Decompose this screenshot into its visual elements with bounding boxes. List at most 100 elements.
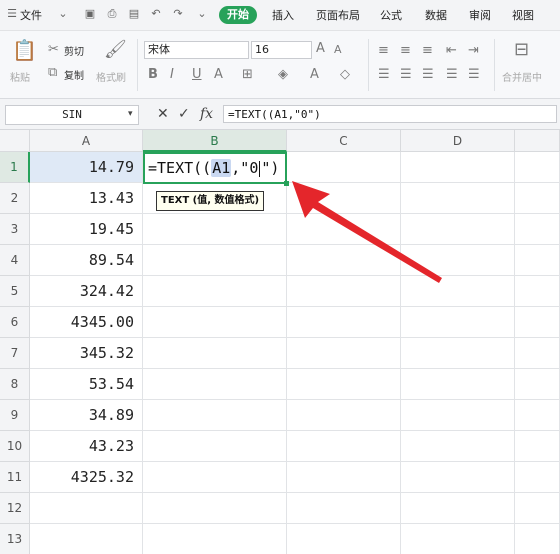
cell-b13[interactable] <box>143 524 287 554</box>
row-header-9[interactable]: 9 <box>0 400 30 431</box>
border-icon[interactable]: ⊞ <box>242 68 253 82</box>
hamburger-menu-icon[interactable]: ☰ <box>6 8 18 20</box>
indent-left-icon[interactable]: ⇤ <box>446 44 457 58</box>
customize-icon[interactable]: ⌄ <box>196 8 208 20</box>
row-header-11[interactable]: 11 <box>0 462 30 493</box>
cell-e3[interactable] <box>515 214 560 245</box>
confirm-icon[interactable]: ✓ <box>178 105 190 123</box>
cell-a9[interactable]: 34.89 <box>30 400 143 431</box>
cell-a4[interactable]: 89.54 <box>30 245 143 276</box>
cell-e9[interactable] <box>515 400 560 431</box>
name-box-dropdown-icon[interactable]: ▾ <box>128 105 133 123</box>
cell-d12[interactable] <box>401 493 515 524</box>
distribute-icon[interactable]: ☰ <box>468 68 480 82</box>
row-header-6[interactable]: 6 <box>0 307 30 338</box>
cell-d9[interactable] <box>401 400 515 431</box>
cell-a5[interactable]: 324.42 <box>30 276 143 307</box>
cell-d6[interactable] <box>401 307 515 338</box>
cell-e10[interactable] <box>515 431 560 462</box>
row-header-1[interactable]: 1 <box>0 152 30 183</box>
select-all-corner[interactable] <box>0 130 30 152</box>
cell-c7[interactable] <box>287 338 401 369</box>
cell-d8[interactable] <box>401 369 515 400</box>
paste-label[interactable]: 粘贴 <box>10 69 30 84</box>
row-header-12[interactable]: 12 <box>0 493 30 524</box>
cell-d1[interactable] <box>401 152 515 183</box>
file-menu[interactable]: 文件 <box>20 7 42 23</box>
column-header-b[interactable]: B <box>143 130 287 152</box>
cell-b8[interactable] <box>143 369 287 400</box>
cell-c4[interactable] <box>287 245 401 276</box>
column-header-e[interactable] <box>515 130 560 152</box>
row-header-4[interactable]: 4 <box>0 245 30 276</box>
formula-input[interactable]: =TEXT((A1,"0") <box>223 105 557 123</box>
cell-e6[interactable] <box>515 307 560 338</box>
paste-icon[interactable]: 📋 <box>12 40 37 60</box>
font-name-select[interactable]: 宋体 <box>144 41 249 59</box>
scissors-icon[interactable]: ✂ <box>48 43 59 57</box>
format-painter-icon[interactable]: 🖌 <box>104 41 127 59</box>
cell-e4[interactable] <box>515 245 560 276</box>
cell-c3[interactable] <box>287 214 401 245</box>
cell-c9[interactable] <box>287 400 401 431</box>
cell-e2[interactable] <box>515 183 560 214</box>
cell-a2[interactable]: 13.43 <box>30 183 143 214</box>
cell-b4[interactable] <box>143 245 287 276</box>
tab-home[interactable]: 开始 <box>219 6 257 24</box>
row-header-2[interactable]: 2 <box>0 183 30 214</box>
cell-a11[interactable]: 4325.32 <box>30 462 143 493</box>
align-bottom-icon[interactable]: ≡ <box>422 44 433 58</box>
cell-b6[interactable] <box>143 307 287 338</box>
copy-icon[interactable]: ⧉ <box>48 66 57 80</box>
row-header-5[interactable]: 5 <box>0 276 30 307</box>
cell-a1[interactable]: 14.79 <box>30 152 143 183</box>
cell-d3[interactable] <box>401 214 515 245</box>
cell-a3[interactable]: 19.45 <box>30 214 143 245</box>
cell-e13[interactable] <box>515 524 560 554</box>
cut-button[interactable]: 剪切 <box>64 43 84 58</box>
cell-b11[interactable] <box>143 462 287 493</box>
cell-a13[interactable] <box>30 524 143 554</box>
cancel-icon[interactable]: ✕ <box>157 105 169 123</box>
cell-e11[interactable] <box>515 462 560 493</box>
cell-c2[interactable] <box>287 183 401 214</box>
cell-a6[interactable]: 4345.00 <box>30 307 143 338</box>
chevron-down-icon[interactable]: ⌄ <box>57 8 69 20</box>
cell-e5[interactable] <box>515 276 560 307</box>
print-preview-icon[interactable]: ▤ <box>128 8 140 20</box>
cell-e8[interactable] <box>515 369 560 400</box>
fill-handle[interactable] <box>284 181 289 186</box>
cell-b7[interactable] <box>143 338 287 369</box>
strikethrough-icon[interactable]: A <box>214 68 223 82</box>
cell-e12[interactable] <box>515 493 560 524</box>
clear-format-icon[interactable]: ◇ <box>340 68 350 82</box>
cell-c13[interactable] <box>287 524 401 554</box>
fill-color-icon[interactable]: ◈ <box>278 68 288 82</box>
tab-page-layout[interactable]: 页面布局 <box>316 7 360 23</box>
row-header-8[interactable]: 8 <box>0 369 30 400</box>
decrease-font-icon[interactable]: A <box>334 43 342 57</box>
cell-d13[interactable] <box>401 524 515 554</box>
cell-e1[interactable] <box>515 152 560 183</box>
merge-center-button[interactable]: 合并居中 <box>502 69 542 84</box>
print-icon[interactable]: ⎙ <box>106 8 118 20</box>
row-header-10[interactable]: 10 <box>0 431 30 462</box>
align-middle-icon[interactable]: ≡ <box>400 44 411 58</box>
cell-b5[interactable] <box>143 276 287 307</box>
row-header-13[interactable]: 13 <box>0 524 30 554</box>
column-header-c[interactable]: C <box>287 130 401 152</box>
copy-button[interactable]: 复制 <box>64 67 84 82</box>
undo-icon[interactable]: ↶ <box>150 8 162 20</box>
cell-d7[interactable] <box>401 338 515 369</box>
format-painter-button[interactable]: 格式刷 <box>96 69 126 84</box>
cell-c5[interactable] <box>287 276 401 307</box>
cell-a7[interactable]: 345.32 <box>30 338 143 369</box>
tab-view[interactable]: 视图 <box>512 7 534 23</box>
cell-e7[interactable] <box>515 338 560 369</box>
cell-b1-formula[interactable]: =TEXT((A1,"0 ") <box>148 158 279 178</box>
tab-review[interactable]: 审阅 <box>469 7 491 23</box>
underline-icon[interactable]: U <box>192 68 202 82</box>
row-header-7[interactable]: 7 <box>0 338 30 369</box>
cell-c1[interactable] <box>287 152 401 183</box>
cell-d10[interactable] <box>401 431 515 462</box>
